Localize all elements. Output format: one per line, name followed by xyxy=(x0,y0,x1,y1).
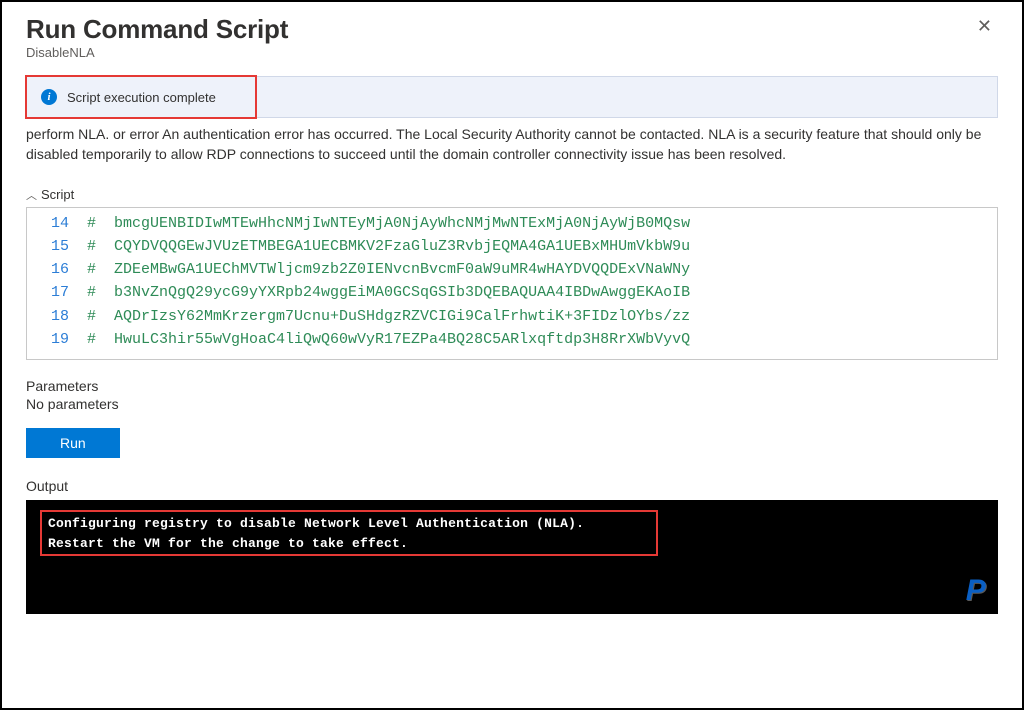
status-banner: i Script execution complete xyxy=(26,76,998,118)
console-line: Restart the VM for the change to take ef… xyxy=(26,534,998,554)
page-title: Run Command Script xyxy=(26,14,288,45)
line-number: 16 xyxy=(27,258,87,281)
code-line: 16# ZDEeMBwGA1UEChMVTWljcm9zb2Z0IENvcnBv… xyxy=(27,258,997,281)
code-text: # b3NvZnQgQ29ycG9yYXRpb24wggEiMA0GCSqGSI… xyxy=(87,281,690,304)
status-message: Script execution complete xyxy=(67,90,216,105)
code-text: # bmcgUENBIDIwMTEwHhcNMjIwNTEyMjA0NjAyWh… xyxy=(87,212,690,235)
code-line: 18# AQDrIzsY62MmKrzergm7Ucnu+DuSHdgzRZVC… xyxy=(27,305,997,328)
run-command-panel: Run Command Script ✕ DisableNLA i Script… xyxy=(2,2,1022,708)
no-parameters-text: No parameters xyxy=(26,396,998,412)
code-text: # AQDrIzsY62MmKrzergm7Ucnu+DuSHdgzRZVCIG… xyxy=(87,305,690,328)
chevron-up-icon: ︿ xyxy=(26,187,37,203)
code-line: 14# bmcgUENBIDIwMTEwHhcNMjIwNTEyMjA0NjAy… xyxy=(27,212,997,235)
info-icon: i xyxy=(41,89,57,105)
script-section-label: Script xyxy=(41,187,74,202)
output-label: Output xyxy=(26,478,998,494)
panel-header: Run Command Script ✕ xyxy=(26,14,998,45)
script-section-toggle[interactable]: ︿ Script xyxy=(26,187,998,203)
code-text: # ZDEeMBwGA1UEChMVTWljcm9zb2Z0IENvcnBvcm… xyxy=(87,258,690,281)
run-button[interactable]: Run xyxy=(26,428,120,458)
parameters-label: Parameters xyxy=(26,378,998,394)
code-text: # HwuLC3hir55wVgHoaC4liQwQ60wVyR17EZPa4B… xyxy=(87,328,690,351)
close-icon[interactable]: ✕ xyxy=(971,14,998,39)
description-text: perform NLA. or error An authentication … xyxy=(26,124,998,165)
code-line: 17# b3NvZnQgQ29ycG9yYXRpb24wggEiMA0GCSqG… xyxy=(27,281,997,304)
line-number: 14 xyxy=(27,212,87,235)
watermark-logo: P xyxy=(966,574,986,608)
line-number: 19 xyxy=(27,328,87,351)
line-number: 17 xyxy=(27,281,87,304)
console-line: Configuring registry to disable Network … xyxy=(26,514,998,534)
output-console[interactable]: Configuring registry to disable Network … xyxy=(26,500,998,614)
code-text: # CQYDVQQGEwJVUzETMBEGA1UECBMKV2FzaGluZ3… xyxy=(87,235,690,258)
script-code-viewer[interactable]: 14# bmcgUENBIDIwMTEwHhcNMjIwNTEyMjA0NjAy… xyxy=(26,207,998,361)
line-number: 15 xyxy=(27,235,87,258)
code-line: 15# CQYDVQQGEwJVUzETMBEGA1UECBMKV2FzaGlu… xyxy=(27,235,997,258)
page-subtitle: DisableNLA xyxy=(26,45,998,60)
code-line: 19# HwuLC3hir55wVgHoaC4liQwQ60wVyR17EZPa… xyxy=(27,328,997,351)
line-number: 18 xyxy=(27,305,87,328)
